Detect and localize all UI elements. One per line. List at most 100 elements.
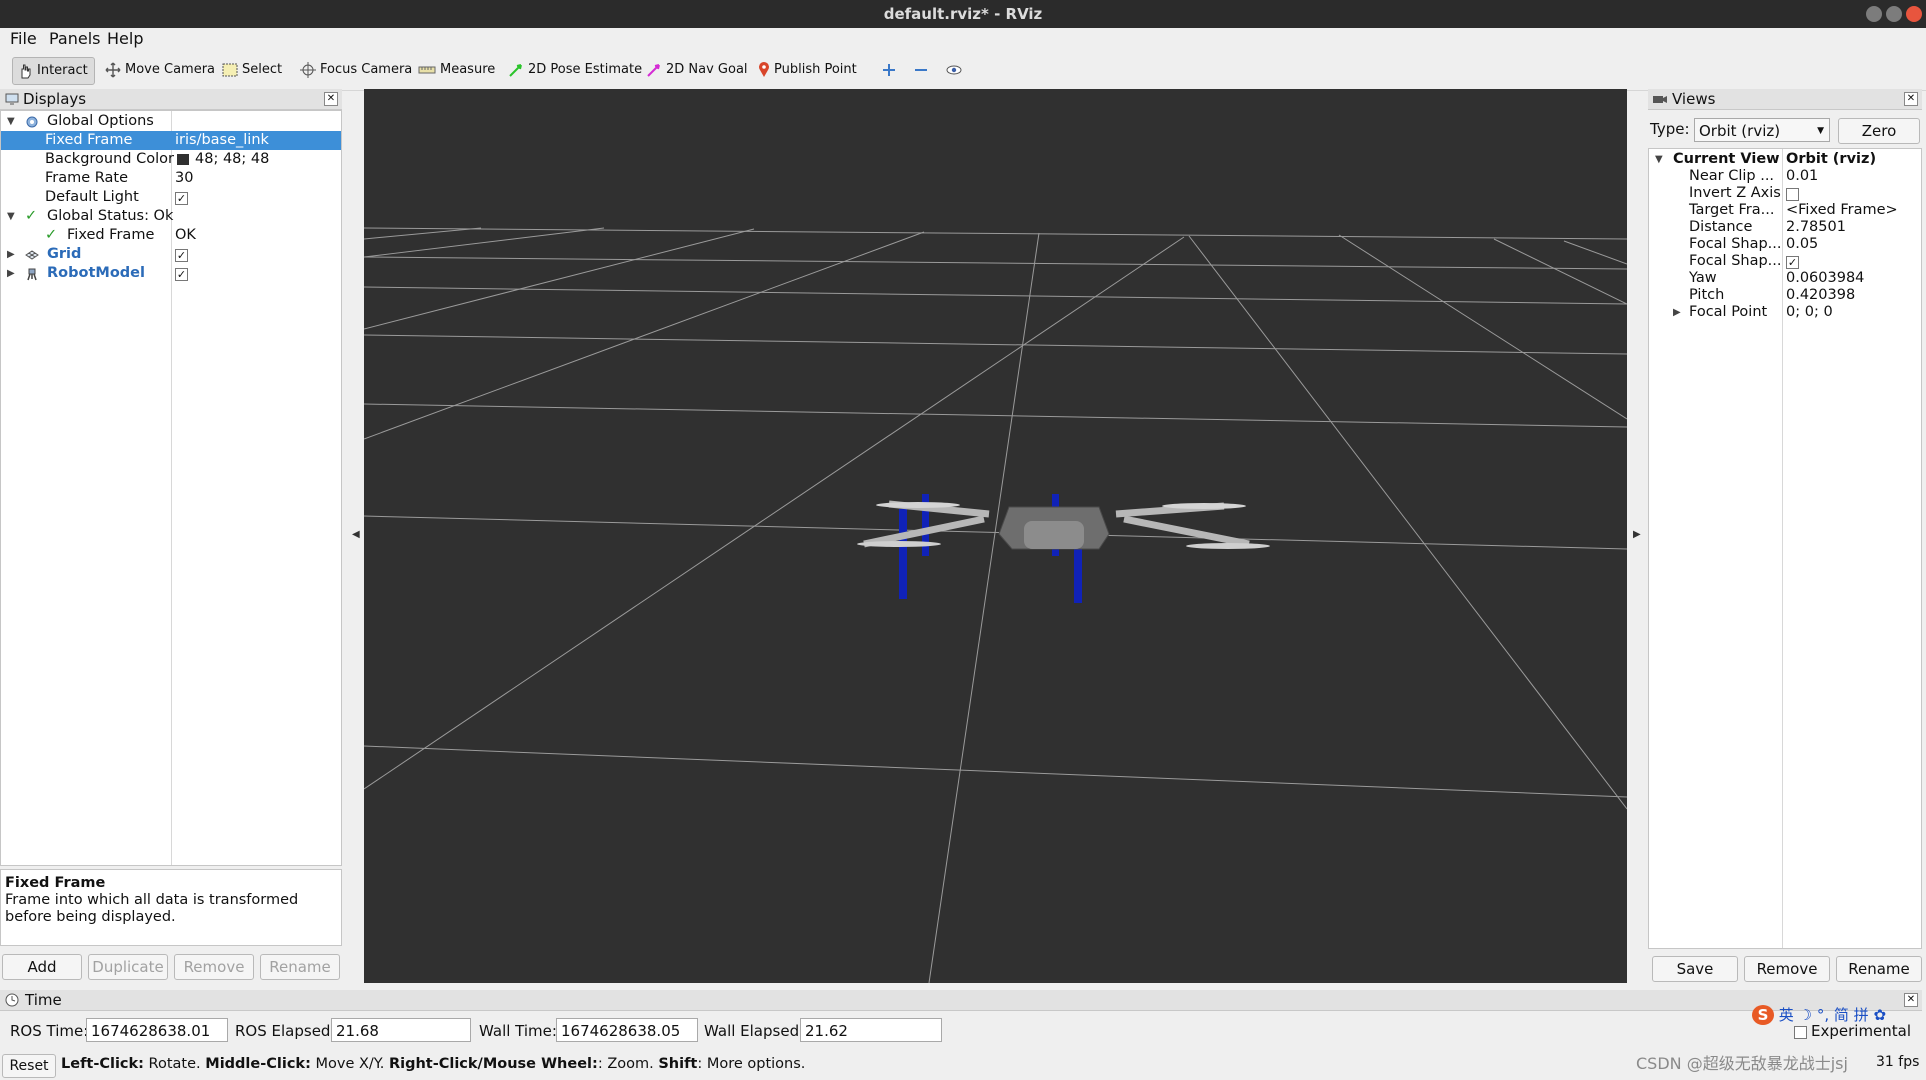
clock-icon <box>5 993 19 1007</box>
grid-checkbox[interactable]: ✓ <box>175 249 188 262</box>
menu-help[interactable]: Help <box>107 29 143 48</box>
interact-tool[interactable]: Interact <box>12 57 95 85</box>
plus-icon <box>883 63 895 76</box>
default-light-checkbox[interactable]: ✓ <box>175 192 188 205</box>
focus-camera-icon <box>300 61 316 78</box>
remove-tool-button[interactable] <box>910 57 938 83</box>
wall-elapsed-field[interactable]: 21.62 <box>800 1018 942 1042</box>
quadcopter-model <box>857 494 1270 603</box>
ros-elapsed-label: ROS Elapsed: <box>235 1022 336 1040</box>
hand-icon <box>21 64 31 78</box>
duplicate-button[interactable]: Duplicate <box>88 954 168 980</box>
window-title: default.rviz* - RViz <box>883 5 1043 23</box>
fps-readout: 31 fps <box>1876 1054 1920 1070</box>
wall-elapsed-label: Wall Elapsed: <box>704 1022 805 1040</box>
grid-scene <box>363 227 1628 984</box>
gear-icon <box>26 116 38 128</box>
move-camera-tool[interactable]: Move Camera <box>101 57 221 83</box>
expand-arrow-icon[interactable]: ▶ <box>1673 303 1681 322</box>
close-button[interactable] <box>1906 6 1922 22</box>
ground-grid <box>363 227 1628 984</box>
measure-tool[interactable]: Measure <box>414 57 501 83</box>
reset-button[interactable]: Reset <box>2 1054 56 1078</box>
tree-row-global-options[interactable]: ▼ Global Options <box>1 112 341 131</box>
tree-row-fixed-frame[interactable]: Fixed Frame iris/base_link <box>1 131 341 150</box>
right-splitter-arrow-icon[interactable]: ▶ <box>1633 529 1641 540</box>
displays-panel-header: Displays ✕ <box>0 89 342 110</box>
menu-panels[interactable]: Panels <box>49 29 101 48</box>
magenta-arrow-icon <box>647 63 660 77</box>
map-pin-icon <box>759 61 769 77</box>
monitor-icon <box>5 93 19 105</box>
view-row-focal-point[interactable]: ▶ Focal Point 0; 0; 0 <box>1649 303 1921 322</box>
publish-point-tool[interactable]: Publish Point <box>754 57 863 83</box>
add-tool-button[interactable] <box>878 57 906 83</box>
ime-pinyin-toggle[interactable]: 拼 <box>1854 1006 1869 1024</box>
property-description: Fixed Frame Frame into which all data is… <box>0 869 342 946</box>
wall-time-field[interactable]: 1674628638.05 <box>556 1018 698 1042</box>
chevron-down-icon: ▼ <box>1817 126 1824 136</box>
ros-time-field[interactable]: 1674628638.01 <box>86 1018 228 1042</box>
views-close-button[interactable]: ✕ <box>1904 92 1918 106</box>
tree-row-global-status[interactable]: ▼ ✓ Global Status: Ok <box>1 207 341 226</box>
collapse-arrow-icon[interactable]: ▼ <box>7 112 15 131</box>
color-swatch[interactable] <box>177 154 189 165</box>
tree-row-frame-rate[interactable]: Frame Rate 30 <box>1 169 341 188</box>
check-icon: ✓ <box>45 227 58 243</box>
displays-title: Displays <box>23 90 87 108</box>
moon-icon[interactable]: ☽ <box>1799 1006 1812 1024</box>
ime-settings-icon[interactable]: ✿ <box>1873 1006 1886 1024</box>
focal-shape-checkbox[interactable]: ✓ <box>1786 256 1799 269</box>
ime-english-toggle[interactable]: 英 <box>1779 1006 1794 1024</box>
robot-model-checkbox[interactable]: ✓ <box>175 268 188 281</box>
expand-arrow-icon[interactable]: ▶ <box>7 245 15 264</box>
minus-icon <box>915 68 927 71</box>
pose-estimate-tool[interactable]: 2D Pose Estimate <box>504 57 648 83</box>
fixed-frame-value[interactable]: iris/base_link <box>175 131 269 150</box>
remove-display-button[interactable]: Remove <box>174 954 254 980</box>
tree-row-default-light[interactable]: Default Light ✓ <box>1 188 341 207</box>
invert-z-checkbox[interactable] <box>1786 188 1799 201</box>
maximize-button[interactable] <box>1886 6 1902 22</box>
punctuation-icon[interactable]: °, <box>1817 1006 1829 1024</box>
rename-view-button[interactable]: Rename <box>1836 956 1922 982</box>
ime-toolbar[interactable]: S 英 ☽ °, 简 拼 ✿ <box>1752 1004 1886 1026</box>
background-color-value[interactable]: 48; 48; 48 <box>195 150 269 169</box>
tree-row-robot-model[interactable]: ▶ RobotModel ✓ <box>1 264 341 283</box>
tree-row-background-color[interactable]: Background Color 48; 48; 48 <box>1 150 341 169</box>
time-title: Time <box>25 991 62 1009</box>
ros-elapsed-field[interactable]: 21.68 <box>331 1018 471 1042</box>
frame-rate-value[interactable]: 30 <box>175 169 193 188</box>
views-panel-header: Views ✕ <box>1648 89 1922 110</box>
view-options-button[interactable] <box>942 57 972 83</box>
minimize-button[interactable] <box>1866 6 1882 22</box>
rename-display-button[interactable]: Rename <box>260 954 340 980</box>
experimental-checkbox[interactable] <box>1794 1026 1807 1039</box>
window-title-bar: default.rviz* - RViz <box>0 0 1926 28</box>
green-arrow-icon <box>509 63 522 77</box>
select-tool[interactable]: Select <box>218 57 288 83</box>
focus-camera-tool[interactable]: Focus Camera <box>296 57 418 83</box>
tree-row-grid[interactable]: ▶ Grid ✓ <box>1 245 341 264</box>
collapse-arrow-icon[interactable]: ▼ <box>7 207 15 226</box>
render-viewport[interactable] <box>363 89 1628 984</box>
view-type-label: Type: <box>1650 120 1690 138</box>
displays-close-button[interactable]: ✕ <box>324 92 338 106</box>
ime-simplified-toggle[interactable]: 简 <box>1834 1006 1849 1024</box>
description-text: Frame into which all data is transformed… <box>5 892 299 925</box>
save-view-button[interactable]: Save <box>1652 956 1738 982</box>
fixed-frame-status-value: OK <box>175 227 196 243</box>
left-splitter-arrow-icon[interactable]: ◀ <box>352 529 360 540</box>
sogou-logo-icon: S <box>1752 1005 1774 1025</box>
time-close-button[interactable]: ✕ <box>1904 993 1918 1007</box>
remove-view-button[interactable]: Remove <box>1744 956 1830 982</box>
menu-file[interactable]: File <box>10 29 37 48</box>
add-button[interactable]: Add <box>2 954 82 980</box>
zero-button[interactable]: Zero <box>1838 118 1920 144</box>
nav-goal-tool[interactable]: 2D Nav Goal <box>642 57 754 83</box>
wall-time-label: Wall Time: <box>479 1022 557 1040</box>
status-hint: Left-Click: Rotate. Middle-Click: Move X… <box>61 1056 806 1072</box>
tree-row-fixed-frame-status[interactable]: ✓ Fixed Frame OK <box>1 226 341 245</box>
expand-arrow-icon[interactable]: ▶ <box>7 264 15 283</box>
view-type-select[interactable]: Orbit (rviz) ▼ <box>1694 118 1830 142</box>
